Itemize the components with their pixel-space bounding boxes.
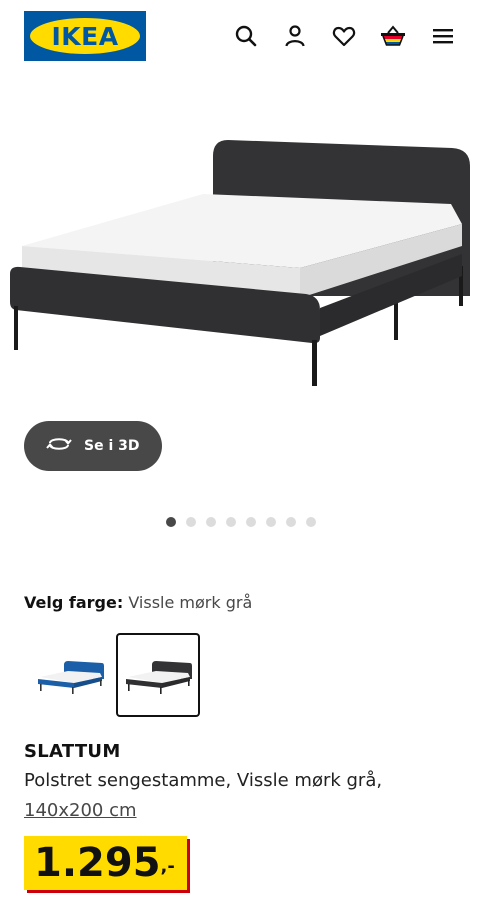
menu-icon[interactable]	[428, 21, 458, 51]
pagination-dot[interactable]	[206, 517, 216, 527]
logo-oval: IKEA	[30, 18, 140, 54]
basket-icon[interactable]	[378, 21, 408, 51]
logo-text: IKEA	[51, 21, 119, 51]
heart-icon[interactable]	[329, 21, 359, 51]
pagination-dot[interactable]	[166, 517, 176, 527]
pagination-dot[interactable]	[186, 517, 196, 527]
ikea-logo[interactable]: IKEA	[24, 11, 146, 61]
color-select-label: Velg farge:	[24, 593, 124, 612]
color-select-value: Vissle mørk grå	[128, 593, 253, 612]
product-size-link[interactable]: 140x200 cm	[24, 800, 137, 821]
rotate-3d-icon	[46, 434, 72, 458]
user-icon[interactable]	[280, 21, 310, 51]
color-swatch-blue[interactable]	[28, 633, 112, 717]
product-name: SLATTUM	[24, 741, 121, 762]
pagination-dot[interactable]	[306, 517, 316, 527]
product-description: Polstret sengestamme, Vissle mørk grå,	[24, 770, 383, 791]
header: IKEA	[0, 0, 480, 72]
color-swatch-dark-grey[interactable]	[116, 633, 200, 717]
search-icon[interactable]	[231, 21, 261, 51]
price-suffix: ,-	[160, 856, 175, 877]
pagination-dot[interactable]	[286, 517, 296, 527]
color-select-row: Velg farge: Vissle mørk grå	[24, 593, 252, 612]
view-3d-label: Se i 3D	[84, 438, 140, 454]
pagination-dot[interactable]	[226, 517, 236, 527]
price-value: 1.295	[34, 840, 161, 886]
view-3d-button[interactable]: Se i 3D	[24, 421, 162, 471]
pagination-dot[interactable]	[246, 517, 256, 527]
product-image[interactable]	[0, 86, 480, 436]
image-pagination	[166, 517, 316, 527]
price-tag: 1.295 ,-	[24, 836, 187, 890]
pagination-dot[interactable]	[266, 517, 276, 527]
